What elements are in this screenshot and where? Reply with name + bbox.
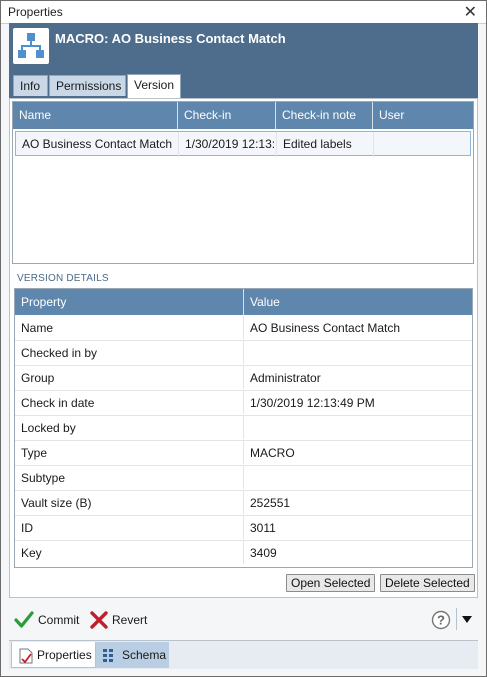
column-header-value[interactable]: Value <box>244 289 472 315</box>
macro-hierarchy-icon <box>13 28 49 64</box>
detail-row-locked-by[interactable]: Locked by <box>15 416 472 441</box>
value-cell <box>244 341 472 364</box>
column-header-check-in-note[interactable]: Check-in note <box>276 102 373 129</box>
value-cell: Administrator <box>250 371 321 385</box>
commit-label: Commit <box>38 613 80 627</box>
column-header-check-in[interactable]: Check-in <box>178 102 276 129</box>
bottom-tab-bar: Properties Schema <box>9 640 478 669</box>
detail-row-group[interactable]: Group Administrator <box>15 366 472 391</box>
object-title: MACRO: AO Business Contact Match <box>55 31 286 46</box>
revert-label: Revert <box>112 613 148 627</box>
property-cell: Type <box>15 441 244 464</box>
tab-info[interactable]: Info <box>13 75 48 96</box>
version-tab-content: Name Check-in Check-in note User AO Busi… <box>9 98 478 598</box>
value-cell <box>244 466 472 489</box>
tab-permissions[interactable]: Permissions <box>49 75 126 96</box>
value-cell: 3011 <box>250 521 276 535</box>
properties-doc-icon <box>19 648 33 664</box>
tab-schema[interactable]: Schema <box>96 642 169 668</box>
table-row[interactable]: AO Business Contact Match 1/30/2019 12:1… <box>15 131 471 157</box>
versions-grid-header: Name Check-in Check-in note User <box>13 102 473 129</box>
version-checkin-cell: 1/30/2019 12:13: <box>179 132 277 157</box>
window-title: Properties <box>8 5 63 19</box>
footer-toolbar: Commit Revert ? <box>9 598 478 638</box>
details-grid-header: Property Value <box>15 289 472 315</box>
column-header-property[interactable]: Property <box>15 289 244 315</box>
tab-schema-label: Schema <box>122 648 167 662</box>
version-user-cell <box>374 132 470 157</box>
detail-row-vault-size[interactable]: Vault size (B) 252551 <box>15 491 472 516</box>
value-cell: AO Business Contact Match <box>250 321 401 335</box>
value-cell: 1/30/2019 12:13:49 PM <box>250 396 375 410</box>
version-details-grid: Property Value Name AO Business Contact … <box>14 288 473 568</box>
value-cell <box>244 416 472 439</box>
help-circle-icon[interactable]: ? <box>431 610 451 630</box>
value-cell: 3409 <box>250 546 277 560</box>
tab-properties[interactable]: Properties <box>11 642 96 668</box>
x-icon <box>90 611 108 629</box>
versions-grid: Name Check-in Check-in note User AO Busi… <box>12 101 474 264</box>
property-cell: Check in date <box>15 391 244 414</box>
property-cell: Subtype <box>15 466 244 489</box>
value-cell: 252551 <box>250 496 291 510</box>
property-cell: Vault size (B) <box>15 491 244 514</box>
delete-selected-button[interactable]: Delete Selected <box>380 574 475 592</box>
column-header-name[interactable]: Name <box>13 102 178 129</box>
title-bar: Properties ✕ <box>1 1 486 24</box>
detail-row-id[interactable]: ID 3011 <box>15 516 472 541</box>
property-cell: Name <box>15 316 244 339</box>
detail-row-subtype[interactable]: Subtype <box>15 466 472 491</box>
version-name-cell: AO Business Contact Match <box>16 132 179 157</box>
detail-row-key[interactable]: Key 3409 <box>15 541 472 566</box>
open-selected-button[interactable]: Open Selected <box>286 574 376 592</box>
detail-row-check-in-date[interactable]: Check in date 1/30/2019 12:13:49 PM <box>15 391 472 416</box>
detail-row-name[interactable]: Name AO Business Contact Match <box>15 316 472 341</box>
version-details-label: VERSION DETAILS <box>17 273 109 284</box>
triangle-down-icon[interactable] <box>461 615 473 625</box>
schema-grid-icon <box>103 649 113 662</box>
detail-row-checked-in-by[interactable]: Checked in by <box>15 341 472 366</box>
property-cell: Group <box>15 366 244 389</box>
check-icon <box>14 611 34 628</box>
property-cell: Key <box>15 541 244 564</box>
tab-properties-label: Properties <box>37 648 92 662</box>
value-cell: MACRO <box>250 446 295 460</box>
tab-version[interactable]: Version <box>127 74 181 98</box>
column-header-user[interactable]: User <box>373 102 473 129</box>
detail-row-type[interactable]: Type MACRO <box>15 441 472 466</box>
close-icon[interactable]: ✕ <box>464 2 477 22</box>
svg-text:?: ? <box>437 613 445 628</box>
property-cell: Locked by <box>15 416 244 439</box>
property-cell: Checked in by <box>15 341 244 364</box>
footer-divider <box>456 608 457 630</box>
version-note-cell: Edited labels <box>277 132 374 157</box>
property-cell: ID <box>15 516 244 539</box>
